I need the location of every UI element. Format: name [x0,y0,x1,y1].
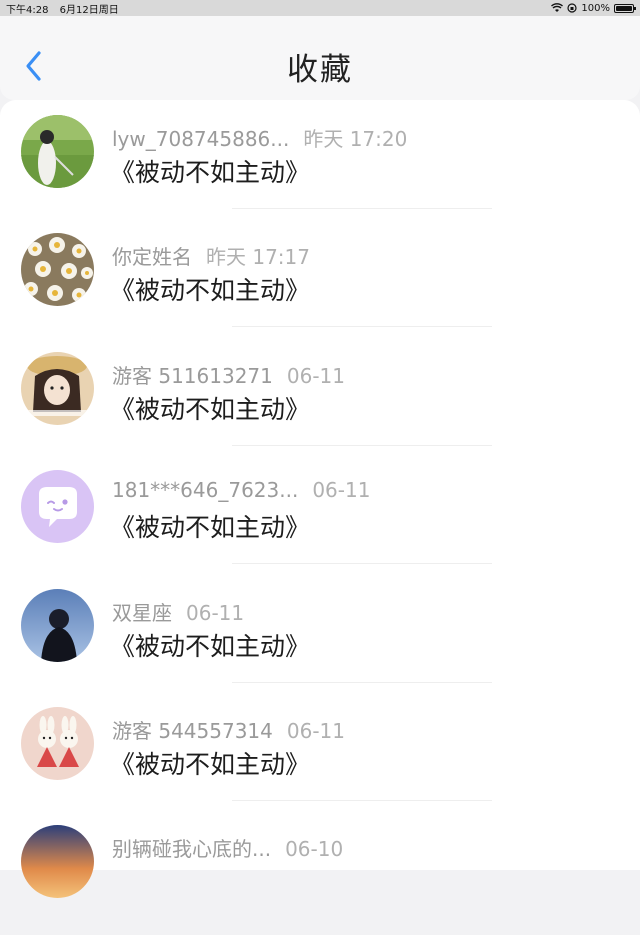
page-title: 收藏 [287,52,353,88]
orientation-lock-icon [567,3,578,13]
item-user: 游客 511613271 [112,364,273,388]
item-user: lyw_708745886... [112,127,290,151]
avatar-image [21,352,94,425]
item-time: 06-11 [186,601,245,625]
status-time: 下午4:28 [6,4,49,16]
item-meta: 你定姓名 昨天 17:17 [112,241,310,270]
item-time: 06-11 [286,364,346,388]
divider [232,682,492,683]
avatar[interactable] [21,352,94,425]
item-meta: 别辆碰我心底的... 06-10 [112,833,343,862]
divider [232,326,492,327]
avatar-image [21,115,94,188]
divider [232,563,492,564]
item-user: 你定姓名 [112,245,192,269]
item-time: 昨天 17:20 [303,127,408,151]
battery-percent: 100% [581,2,610,14]
list-item[interactable]: 游客 544557314 06-11 《被动不如主动》 [0,699,640,817]
list-item[interactable]: 双星座 06-11 《被动不如主动》 [0,581,640,699]
item-meta: 游客 544557314 06-11 [112,715,345,744]
status-right: 100% [551,2,636,14]
item-time: 06-11 [312,478,371,502]
item-time: 06-11 [286,719,346,743]
item-user: 游客 544557314 [112,719,273,743]
status-bar: 下午4:28 6月12日周日 100% [0,0,640,16]
avatar[interactable] [21,115,94,188]
item-meta: 游客 511613271 06-11 [112,360,345,389]
item-title[interactable]: 《被动不如主动》 [110,271,310,307]
divider [232,208,492,209]
list-item[interactable]: 别辆碰我心底的... 06-10 [0,817,640,935]
item-title[interactable]: 《被动不如主动》 [110,153,310,189]
wifi-icon [551,3,564,12]
avatar[interactable] [21,825,94,898]
avatar[interactable] [21,707,94,780]
avatar[interactable] [21,233,94,306]
item-title[interactable]: 《被动不如主动》 [110,745,310,781]
divider [232,800,492,801]
list-item[interactable]: lyw_708745886... 昨天 17:20 《被动不如主动》 [0,107,640,225]
list-item[interactable]: 游客 511613271 06-11 《被动不如主动》 [0,344,640,462]
divider [232,445,492,446]
avatar[interactable] [21,470,94,543]
item-user: 181***646_7623... [112,478,299,502]
avatar-image [21,825,94,898]
item-meta: lyw_708745886... 昨天 17:20 [112,123,407,152]
status-date: 6月12日周日 [59,4,119,16]
item-title[interactable]: 《被动不如主动》 [110,508,310,544]
avatar[interactable] [21,589,94,662]
item-title[interactable]: 《被动不如主动》 [110,390,310,426]
item-user: 双星座 [112,601,172,625]
item-meta: 双星座 06-11 [112,597,244,626]
item-time: 昨天 17:17 [206,245,310,269]
item-meta: 181***646_7623... 06-11 [112,478,370,502]
avatar-image [21,589,94,662]
battery-icon [614,3,636,13]
list-item[interactable]: 你定姓名 昨天 17:17 《被动不如主动》 [0,225,640,343]
item-time: 06-10 [285,837,344,861]
avatar-image [21,233,94,306]
item-title[interactable]: 《被动不如主动》 [110,627,310,663]
avatar-image [21,707,94,780]
status-left: 下午4:28 6月12日周日 [6,1,127,16]
navigation-bar: 收藏 [0,16,640,100]
list-item[interactable]: 181***646_7623... 06-11 《被动不如主动》 [0,462,640,580]
favorites-list: lyw_708745886... 昨天 17:20 《被动不如主动》 你定姓名 … [0,100,640,898]
item-user: 别辆碰我心底的... [112,837,272,861]
battery-level [616,5,632,11]
avatar-image [21,470,94,543]
